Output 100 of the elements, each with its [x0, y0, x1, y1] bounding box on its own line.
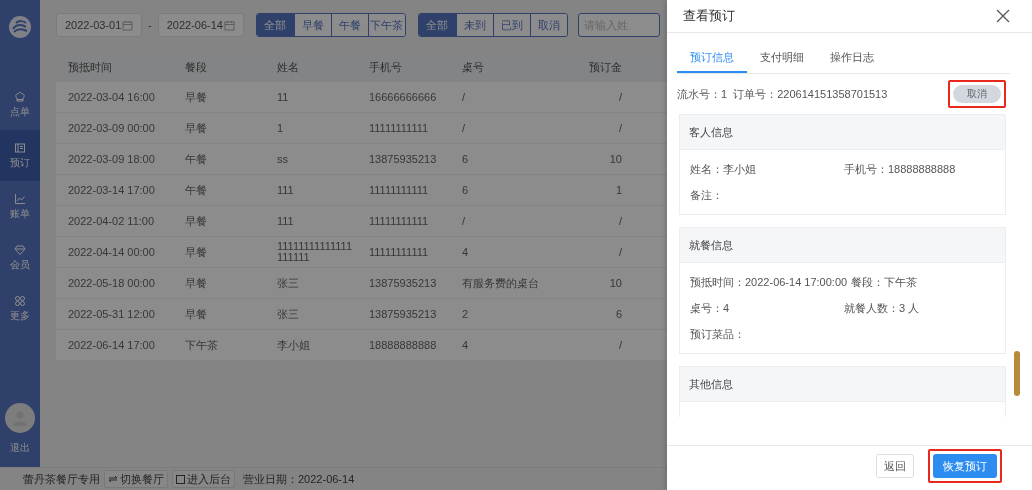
info-field: 预抵时间：2022-06-14 17:00:00 — [690, 274, 848, 290]
table-cell: 早餐 — [185, 121, 207, 134]
info-field: 预订菜品： — [690, 326, 844, 342]
table-cell: 2022-05-18 00:00 — [68, 276, 155, 289]
table-cell: 2022-03-09 18:00 — [68, 152, 155, 165]
order-number: 流水号：1 订单号：220614151358701513 — [677, 86, 888, 102]
sidebar-item[interactable]: 会员 — [0, 232, 40, 283]
sidebar-item[interactable]: 更多 — [0, 283, 40, 334]
table-cell: 4 — [462, 245, 469, 258]
meal-filter-button[interactable]: 下午茶 — [367, 14, 405, 36]
switch-restaurant-button[interactable]: 切换餐厅 — [104, 470, 168, 488]
table-cell: 13875935213 — [369, 307, 437, 320]
table-cell: 111 — [277, 215, 294, 227]
drawer-tab[interactable]: 支付明细 — [747, 43, 817, 73]
table-cell: 11 — [277, 91, 289, 103]
cancel-button: 取消 — [953, 85, 1001, 103]
table-cell: ss — [277, 153, 288, 165]
table-cell: / — [462, 90, 466, 103]
table-cell: / — [618, 214, 622, 227]
table-cell: 午餐 — [185, 152, 207, 165]
table-cell: / — [618, 121, 622, 134]
table-cell: 早餐 — [185, 307, 207, 320]
chart-icon — [14, 192, 26, 205]
table-cell: 2022-03-04 16:00 — [68, 90, 155, 103]
logo-icon — [8, 15, 32, 39]
info-field: 餐段：下午茶 — [851, 274, 918, 290]
table-cell: 6 — [462, 152, 469, 165]
sidebar-item[interactable]: 点单 — [0, 79, 40, 130]
table-cell: 18888888888 — [369, 338, 437, 351]
table-cell: 下午茶 — [185, 338, 218, 351]
status-filter-button[interactable]: 未到 — [455, 14, 493, 36]
meal-filter-button[interactable]: 全部 — [256, 14, 294, 36]
meal-filter-button[interactable]: 午餐 — [330, 14, 368, 36]
section-title: 其他信息 — [680, 367, 1005, 402]
info-field: 备注： — [690, 187, 844, 203]
table-cell: 2022-05-31 12:00 — [68, 307, 155, 320]
table-cell: 11111111111 — [369, 121, 429, 134]
date-field[interactable]: 2022-03-01 — [56, 13, 142, 37]
table-cell: 李小姐 — [277, 339, 310, 351]
table-cell: 1 — [615, 183, 622, 196]
status-filter-button[interactable]: 取消 — [529, 14, 567, 36]
backend-button[interactable]: 进入后台 — [172, 470, 235, 488]
meal-filter-button[interactable]: 早餐 — [293, 14, 331, 36]
close-icon[interactable] — [996, 9, 1010, 23]
drawer-tab[interactable]: 操作日志 — [817, 43, 887, 73]
table-cell: 有服务费的桌台 — [462, 276, 539, 289]
table-cell: 10 — [609, 152, 622, 165]
status-filter-button[interactable]: 已到 — [492, 14, 530, 36]
table-cell: 4 — [462, 338, 469, 351]
table-cell: 2022-06-14 17:00 — [68, 338, 155, 351]
swap-arrows-icon — [108, 475, 118, 483]
table-cell: 6 — [615, 307, 622, 320]
column-header: 餐段 — [173, 53, 265, 82]
restore-reservation-button[interactable]: 恢复预订 — [933, 454, 997, 478]
table-cell: 6 — [462, 183, 469, 196]
chef-hat-icon — [14, 90, 26, 103]
business-date: 营业日期：2022-06-14 — [243, 471, 355, 487]
table-cell: 13875935213 — [369, 152, 437, 165]
table-cell-text: 11111111111111111111 — [277, 241, 354, 263]
date-separator: - — [148, 19, 152, 31]
grid-icon — [14, 294, 26, 307]
table-cell: 1 — [277, 122, 284, 134]
table-cell: / — [462, 121, 466, 134]
scrollbar-thumb[interactable] — [1014, 351, 1020, 396]
table-cell: 2022-03-09 00:00 — [68, 121, 155, 134]
date-field[interactable]: 2022-06-14 — [157, 13, 244, 37]
section-title: 就餐信息 — [680, 228, 1005, 263]
table-cell: 午餐 — [185, 183, 207, 196]
table-cell: 2022-04-02 11:00 — [68, 214, 155, 227]
column-header: 预抵时间 — [56, 53, 173, 82]
table-cell: / — [618, 245, 622, 258]
back-button[interactable]: 返回 — [876, 454, 914, 478]
table-cell: / — [618, 338, 622, 351]
square-icon — [176, 474, 185, 484]
table-cell: 2 — [462, 307, 469, 320]
info-field: 就餐人数：3 人 — [844, 300, 998, 316]
calendar-icon[interactable] — [122, 19, 133, 31]
diamond-icon — [14, 243, 26, 256]
sidebar-item[interactable]: 预订 — [0, 130, 40, 181]
table-cell: 16666666666 — [369, 90, 437, 103]
table-cell: 11111111111 — [369, 214, 429, 227]
table-cell: / — [462, 214, 466, 227]
column-header: 桌号 — [450, 53, 550, 82]
section-title: 客人信息 — [680, 115, 1005, 150]
logout-link[interactable]: 退出 — [10, 441, 30, 455]
drawer-title: 查看预订 — [683, 7, 735, 25]
sidebar-item[interactable]: 账单 — [0, 181, 40, 232]
table-cell: 早餐 — [185, 276, 207, 289]
column-header: 手机号 — [357, 53, 450, 82]
info-field: 桌号：4 — [690, 300, 844, 316]
avatar-icon[interactable] — [5, 403, 35, 433]
info-field: 手机号：18888888888 — [844, 161, 998, 177]
table-cell: / — [618, 90, 622, 103]
table-cell: 2022-03-14 17:00 — [68, 183, 155, 196]
table-cell: 10 — [609, 276, 622, 289]
table-cell: 111 — [277, 184, 294, 196]
info-field: 姓名：李小姐 — [690, 161, 844, 177]
drawer-tab[interactable]: 预订信息 — [677, 43, 747, 73]
status-filter-button[interactable]: 全部 — [418, 14, 456, 36]
calendar-icon[interactable] — [223, 19, 235, 31]
